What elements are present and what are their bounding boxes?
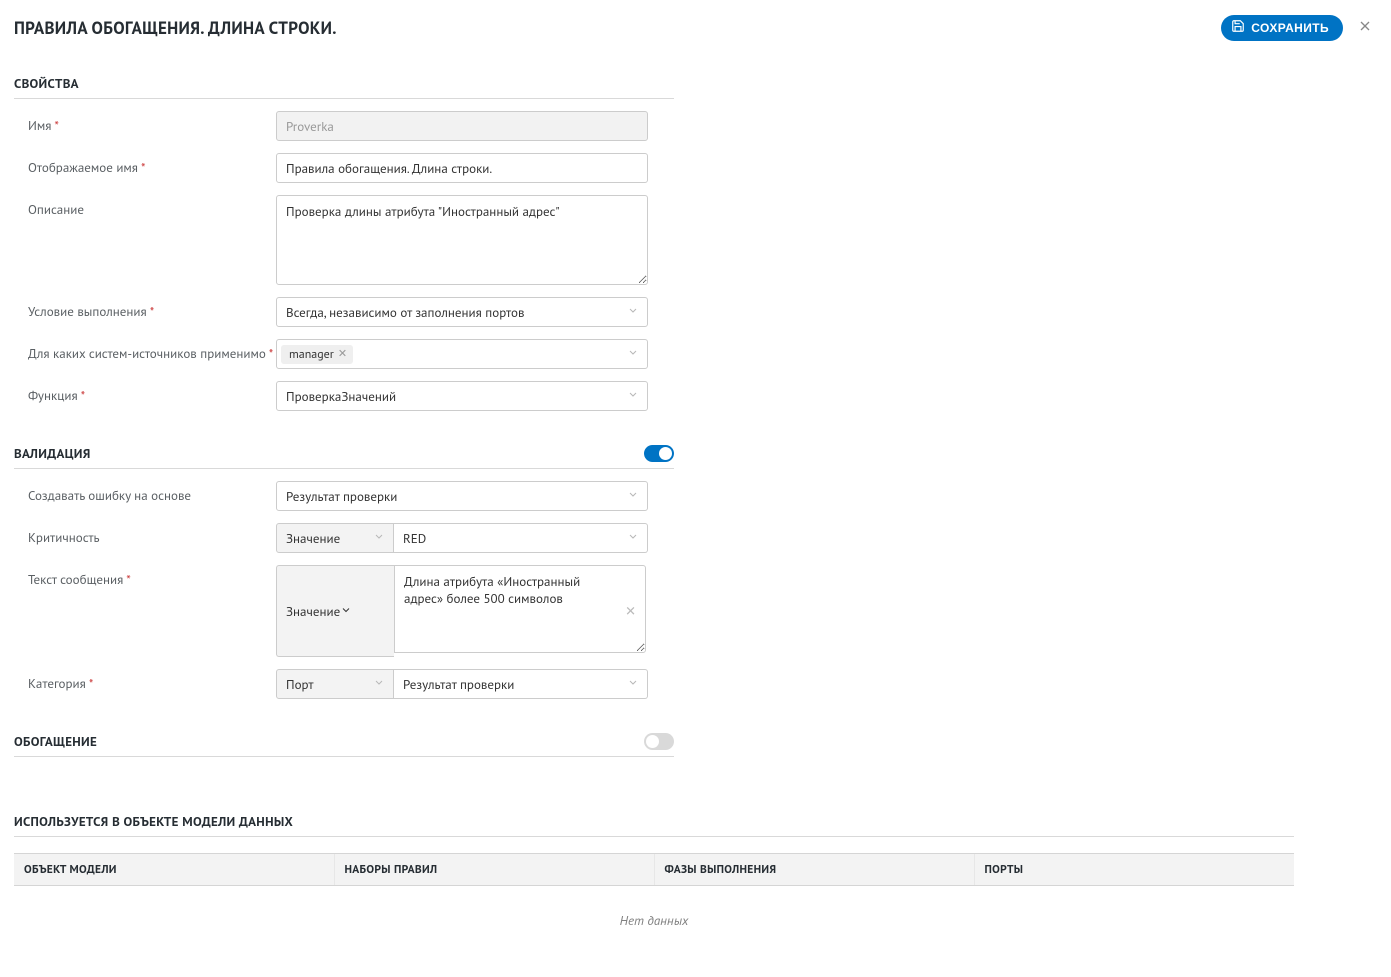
err-basis-select[interactable]: Результат проверки	[276, 481, 648, 511]
usage-table: ОБЪЕКТ МОДЕЛИ НАБОРЫ ПРАВИЛ ФАЗЫ ВЫПОЛНЕ…	[14, 853, 1294, 886]
category-mode-value: Порт	[286, 676, 314, 693]
section-validation-title: ВАЛИДАЦИЯ	[14, 445, 644, 462]
save-icon	[1231, 19, 1245, 36]
category-value-select[interactable]: Результат проверки	[394, 669, 648, 699]
close-icon	[1357, 22, 1373, 37]
function-value: ПроверкаЗначений	[286, 388, 396, 405]
tag-label: manager	[289, 347, 334, 362]
source-systems-tagbox[interactable]: manager ✕	[276, 339, 648, 369]
tag-remove-icon[interactable]: ✕	[338, 347, 347, 361]
save-button-label: СОХРАНИТЬ	[1251, 21, 1329, 35]
chevron-down-icon	[373, 676, 385, 693]
name-input	[276, 111, 648, 141]
section-usage-title: ИСПОЛЬЗУЕТСЯ В ОБЪЕКТЕ МОДЕЛИ ДАННЫХ	[14, 813, 1294, 837]
label-source-systems: Для каких систем-источников применимо*	[28, 339, 276, 363]
message-mode-select[interactable]: Значение	[276, 565, 394, 657]
label-message: Текст сообщения*	[28, 565, 276, 589]
err-basis-value: Результат проверки	[286, 488, 397, 505]
usage-no-data: Нет данных	[14, 886, 1294, 933]
save-button[interactable]: СОХРАНИТЬ	[1221, 15, 1343, 41]
label-display-name: Отображаемое имя*	[28, 153, 276, 177]
section-usage: ИСПОЛЬЗУЕТСЯ В ОБЪЕКТЕ МОДЕЛИ ДАННЫХ ОБЪ…	[14, 813, 1391, 933]
label-run-condition: Условие выполнения*	[28, 297, 276, 321]
chevron-down-icon	[627, 346, 639, 363]
category-mode-select[interactable]: Порт	[276, 669, 394, 699]
usage-col-ports[interactable]: ПОРТЫ	[974, 854, 1294, 886]
run-condition-select[interactable]: Всегда, независимо от заполнения портов	[276, 297, 648, 327]
display-name-input[interactable]	[276, 153, 648, 183]
chevron-down-icon	[627, 530, 639, 547]
section-enrichment-title: ОБОГАЩЕНИЕ	[14, 733, 644, 750]
severity-value-select[interactable]: RED	[394, 523, 648, 553]
chevron-down-icon	[340, 603, 352, 620]
usage-col-phases[interactable]: ФАЗЫ ВЫПОЛНЕНИЯ	[654, 854, 974, 886]
section-validation: ВАЛИДАЦИЯ Создавать ошибку на основе Рез…	[14, 445, 674, 699]
function-select[interactable]: ПроверкаЗначений	[276, 381, 648, 411]
description-textarea[interactable]	[276, 195, 648, 285]
chevron-down-icon	[627, 488, 639, 505]
close-button[interactable]	[1353, 14, 1377, 41]
section-properties-title: СВОЙСТВА	[14, 75, 674, 92]
section-enrichment: ОБОГАЩЕНИЕ	[14, 733, 674, 757]
message-textarea[interactable]	[394, 565, 646, 653]
enrichment-toggle[interactable]	[644, 733, 674, 750]
label-err-basis: Создавать ошибку на основе	[28, 481, 276, 505]
severity-value: RED	[403, 530, 426, 547]
clear-icon[interactable]: ✕	[625, 603, 636, 620]
severity-mode-select[interactable]: Значение	[276, 523, 394, 553]
label-category: Категория*	[28, 669, 276, 693]
category-value: Результат проверки	[403, 676, 514, 693]
label-function: Функция*	[28, 381, 276, 405]
source-system-tag: manager ✕	[281, 345, 353, 364]
validation-toggle[interactable]	[644, 445, 674, 462]
chevron-down-icon	[627, 304, 639, 321]
chevron-down-icon	[627, 388, 639, 405]
usage-col-object[interactable]: ОБЪЕКТ МОДЕЛИ	[14, 854, 334, 886]
run-condition-value: Всегда, независимо от заполнения портов	[286, 304, 524, 321]
label-name: Имя*	[28, 111, 276, 135]
chevron-down-icon	[627, 676, 639, 693]
label-severity: Критичность	[28, 523, 276, 547]
chevron-down-icon	[373, 530, 385, 547]
message-mode-value: Значение	[286, 603, 340, 620]
usage-col-rulesets[interactable]: НАБОРЫ ПРАВИЛ	[334, 854, 654, 886]
section-properties: СВОЙСТВА Имя* Отображаемое имя* Описание	[14, 75, 674, 411]
severity-mode-value: Значение	[286, 530, 340, 547]
label-description: Описание	[28, 195, 276, 219]
page-title: ПРАВИЛА ОБОГАЩЕНИЯ. ДЛИНА СТРОКИ.	[14, 17, 1221, 39]
